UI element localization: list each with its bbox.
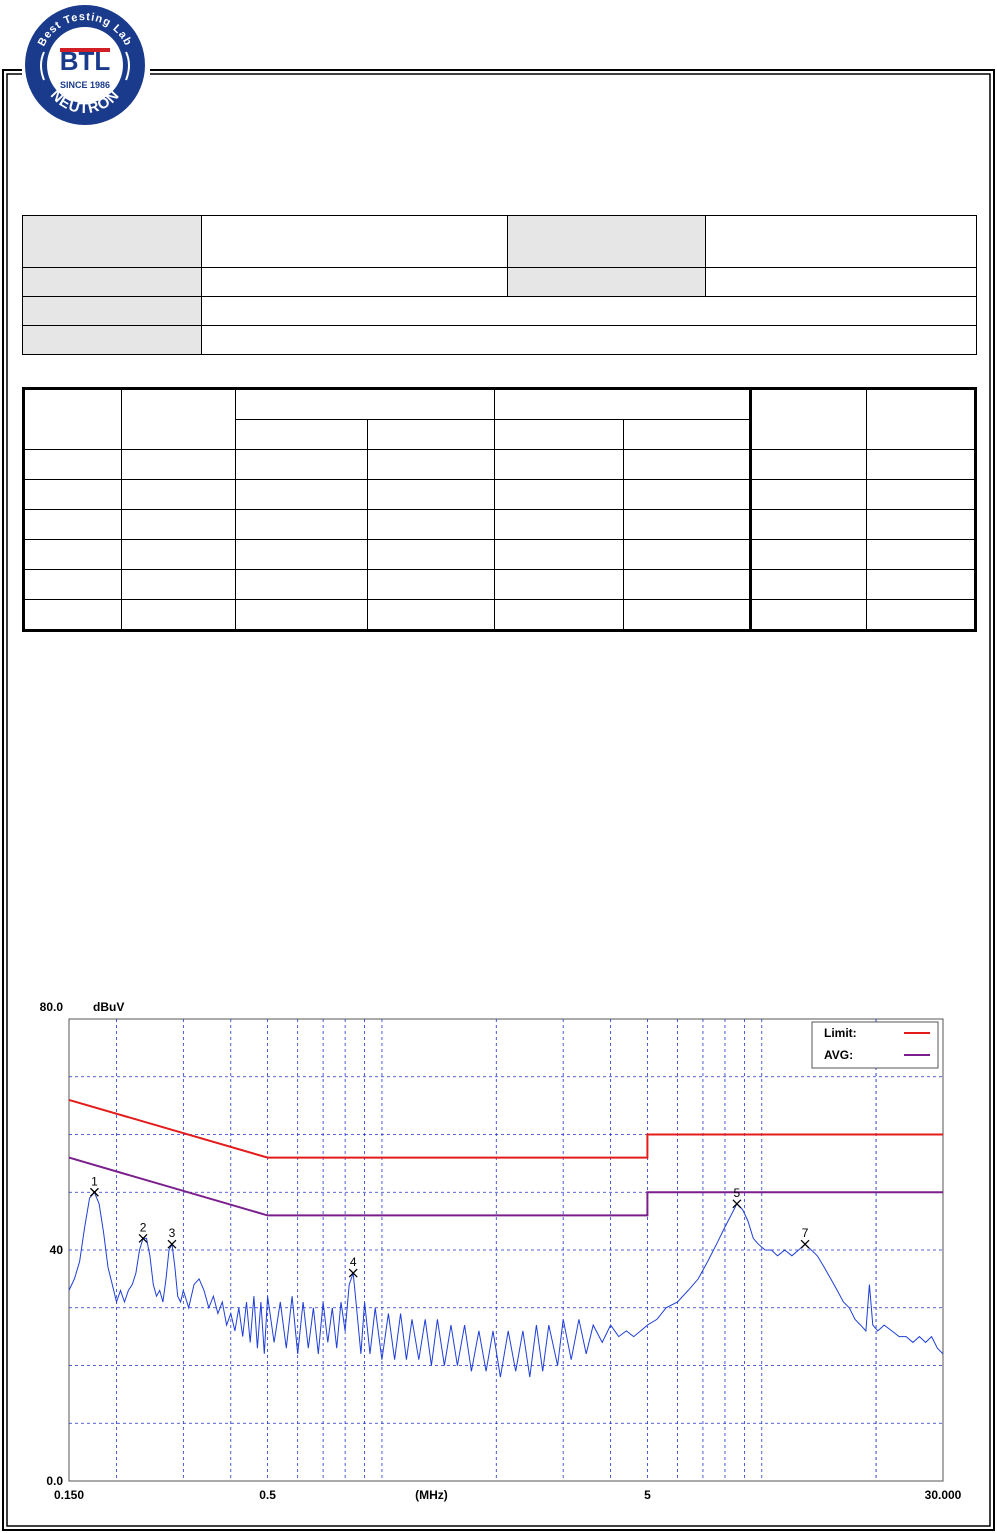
peak-marker-label: 1	[91, 1174, 98, 1188]
info-label-cell	[22, 267, 202, 297]
legend-label: AVG:	[824, 1048, 853, 1062]
peak-marker-label: 5	[734, 1186, 741, 1200]
measurement-table	[22, 387, 977, 632]
subheader-cell	[235, 419, 368, 450]
subheader-cell	[494, 419, 624, 450]
y-tick-label: 40	[50, 1243, 64, 1257]
emission-chart-svg: 1 2 3 4 5 7 80.0 40 0.0 dBuV 0.150 0.5 5 30.000 (MHz) L…	[40, 1000, 962, 1502]
info-row	[22, 215, 977, 268]
info-value-cell	[705, 215, 977, 268]
header-cell	[866, 388, 976, 450]
info-label-cell	[507, 215, 706, 268]
header-cell	[23, 388, 122, 450]
x-tick-label: 0.150	[54, 1488, 84, 1502]
header-group-cell	[494, 388, 751, 420]
legend-label: Limit:	[824, 1026, 857, 1040]
peak-marker-label: 3	[169, 1226, 176, 1240]
header-group-cell	[235, 388, 495, 420]
x-tick-label: 5	[644, 1488, 651, 1502]
header-cell	[121, 388, 236, 450]
table-row	[23, 539, 976, 570]
y-tick-label: 80.0	[40, 1000, 64, 1014]
info-value-cell	[201, 296, 977, 326]
x-axis-label: (MHz)	[415, 1488, 448, 1502]
info-value-cell	[201, 267, 508, 297]
info-row	[22, 325, 977, 355]
y-unit-label: dBuV	[93, 1000, 124, 1014]
subheader-cell	[623, 419, 751, 450]
peak-marker-label: 7	[802, 1226, 809, 1240]
info-label-cell	[22, 215, 202, 268]
info-label-cell	[22, 325, 202, 355]
info-row	[22, 296, 977, 326]
table-row	[23, 479, 976, 510]
peak-marker-label: 4	[350, 1255, 357, 1269]
info-label-cell	[22, 296, 202, 326]
table-row	[23, 509, 976, 540]
y-tick-label: 0.0	[46, 1474, 63, 1488]
table-row	[23, 569, 976, 600]
test-info-table	[22, 215, 977, 355]
peak-marker-label: 2	[140, 1220, 147, 1234]
subheader-cell	[367, 419, 495, 450]
measurement-header-row	[23, 388, 976, 450]
company-logo: Best Testing Lab NEUTRON BTL SINCE 1986	[25, 5, 145, 125]
info-value-cell	[201, 215, 508, 268]
info-value-cell	[201, 325, 977, 355]
info-label-cell	[507, 267, 706, 297]
info-row	[22, 267, 977, 297]
emission-chart: 1 2 3 4 5 7 80.0 40 0.0 dBuV 0.150 0.5 5 30.000 (MHz) L…	[30, 995, 970, 1505]
table-row	[23, 599, 976, 631]
info-value-cell	[705, 267, 977, 297]
logo-since: SINCE 1986	[60, 80, 110, 90]
table-row	[23, 449, 976, 480]
header-cell	[749, 388, 867, 450]
logo-brand: BTL	[60, 46, 111, 76]
x-tick-label: 0.5	[259, 1488, 276, 1502]
x-tick-label: 30.000	[925, 1488, 962, 1502]
